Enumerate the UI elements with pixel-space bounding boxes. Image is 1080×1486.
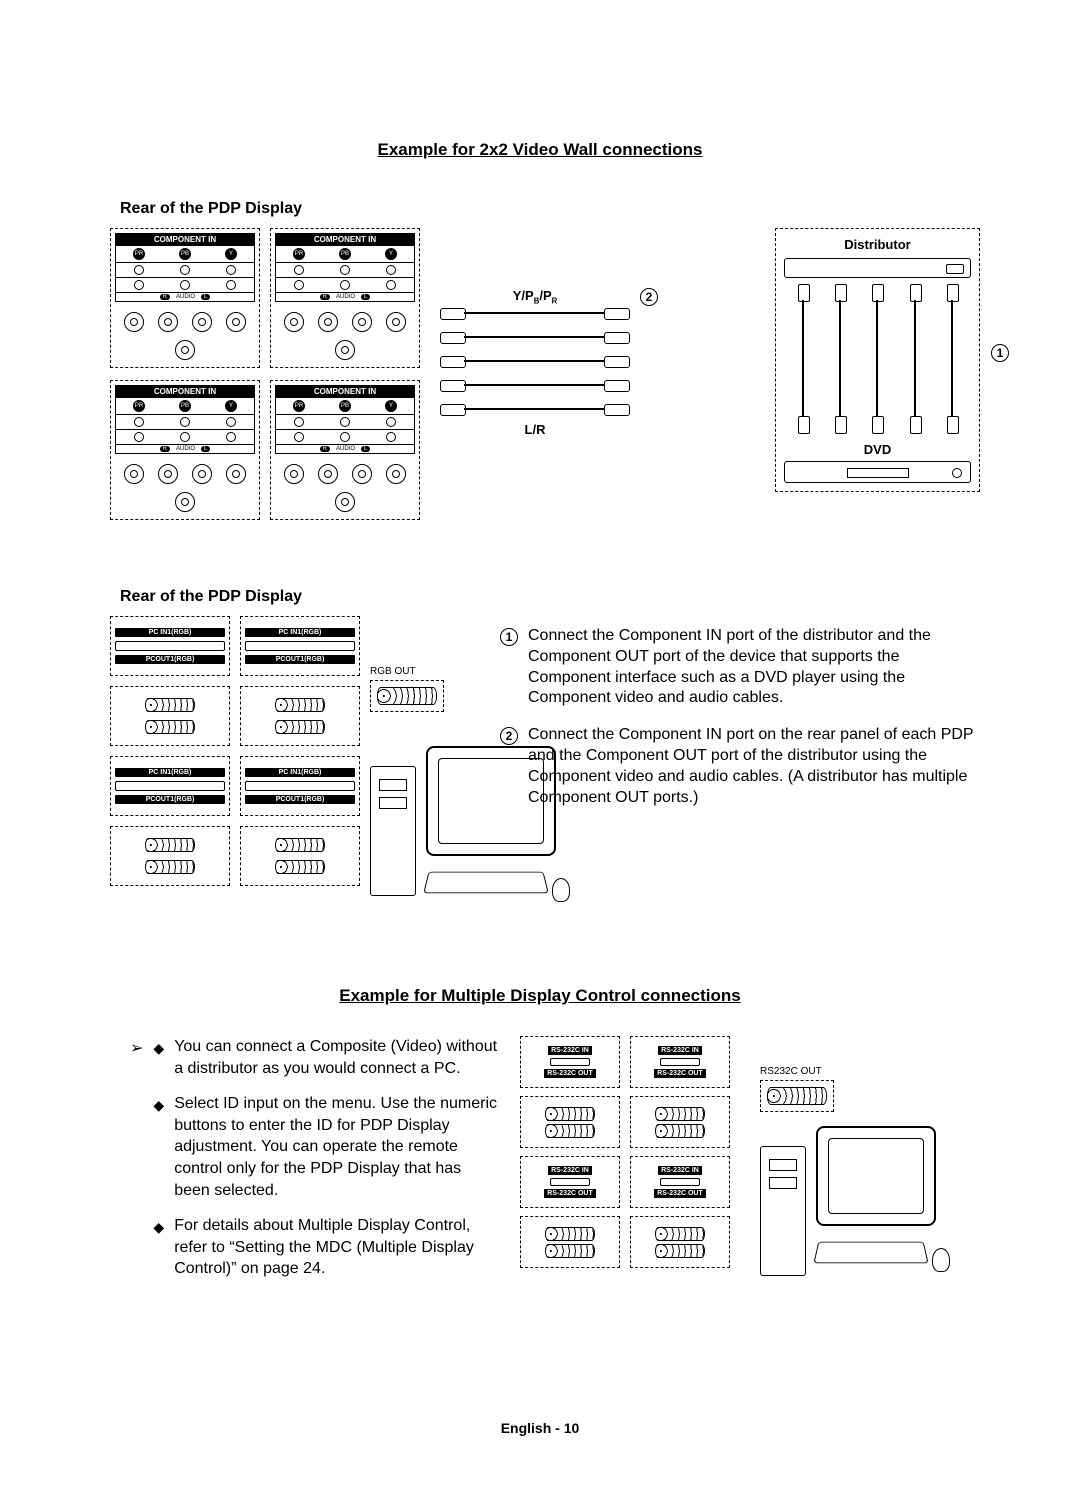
rs232-box: RS-232C IN RS-232C OUT: [630, 1036, 730, 1088]
page-footer: English - 10: [0, 1420, 1080, 1436]
pc-mouse-icon: [552, 878, 570, 902]
pc-mouse-icon: [932, 1248, 950, 1272]
pc-tower-icon: [760, 1146, 806, 1276]
mdc-bullet-1: ➢ ◆ You can connect a Composite (Video) …: [130, 1036, 500, 1079]
callout-2-icon: 2: [500, 727, 518, 745]
rear-label-1: Rear of the PDP Display: [120, 200, 980, 218]
rgb-conn-box: [240, 686, 360, 746]
rgb-label-box: PC IN1(RGB) PCOUT1(RGB): [110, 756, 230, 816]
pc-monitor-icon: [816, 1126, 936, 1226]
distributor-dvd-block: Distributor DVD 1: [775, 228, 980, 492]
rgb-out-label: RGB OUT: [370, 666, 416, 677]
rgb-out-connector: [370, 680, 444, 712]
pdp-unit: COMPONENT IN PRPBY RAUDIOL: [270, 228, 420, 368]
callout-1-icon: 1: [991, 344, 1009, 362]
pc-tower-icon: [370, 766, 416, 896]
distributor-label: Distributor: [784, 237, 971, 252]
callout-2-icon: 2: [640, 288, 658, 306]
callout-1-icon: 1: [500, 628, 518, 646]
pdp-unit: COMPONENT IN PRPBY RAUDIOL: [110, 228, 260, 368]
rs232-box: RS-232C IN RS-232C OUT: [520, 1036, 620, 1088]
pc-icon: [760, 1126, 960, 1286]
dvd-label: DVD: [784, 442, 971, 457]
instruction-2: 2 Connect the Component IN port on the r…: [500, 725, 980, 808]
section1-diagram: COMPONENT IN PRPBY RAUDIOL COMPONENT IN …: [100, 228, 980, 548]
rear-label-2: Rear of the PDP Display: [120, 588, 980, 606]
rs232-box: RS-232C IN RS-232C OUT: [630, 1156, 730, 1208]
dvd-device-icon: [784, 461, 971, 483]
manual-page: Example for 2x2 Video Wall connections R…: [0, 0, 1080, 1356]
rgb-conn-box: [240, 826, 360, 886]
distributor-device-icon: [784, 258, 971, 278]
rs232-box: RS-232C IN RS-232C OUT: [520, 1156, 620, 1208]
mdc-bullet-list: ➢ ◆ You can connect a Composite (Video) …: [130, 1036, 500, 1294]
rgb-label-box: PC IN1(RGB) PCOUT1(RGB): [110, 616, 230, 676]
rs232-conn: [520, 1096, 620, 1148]
mdc-bullet-3: ➢ ◆ For details about Multiple Display C…: [130, 1215, 500, 1280]
rs232-conn: [630, 1216, 730, 1268]
instruction-list: 1 Connect the Component IN port of the d…: [500, 626, 980, 824]
pc-keyboard-icon: [423, 872, 549, 893]
pdp-2x2-grid: COMPONENT IN PRPBY RAUDIOL COMPONENT IN …: [110, 228, 420, 520]
rgb-2x2-grid: PC IN1(RGB) PCOUT1(RGB) PC IN1(RGB) PCOU…: [110, 616, 360, 886]
rgb-label-box: PC IN1(RGB) PCOUT1(RGB): [240, 616, 360, 676]
diamond-icon: ◆: [153, 1039, 164, 1079]
diamond-icon: ◆: [153, 1218, 164, 1280]
section1-title: Example for 2x2 Video Wall connections: [100, 140, 980, 160]
pc-keyboard-icon: [813, 1242, 928, 1263]
distributor-cables: [784, 284, 971, 434]
lr-label: L/R: [440, 422, 630, 437]
pdp-unit: COMPONENT IN PRPBY RAUDIOL: [110, 380, 260, 520]
rs232-conn: [630, 1096, 730, 1148]
rs232c-out-connector: [760, 1080, 834, 1112]
pdp-unit: COMPONENT IN PRPBY RAUDIOL: [270, 380, 420, 520]
section3-title: Example for Multiple Display Control con…: [100, 986, 980, 1006]
rs232-conn: [520, 1216, 620, 1268]
component-cables: Y/PB/PR L/R: [440, 288, 630, 437]
rgb-conn-box: [110, 826, 230, 886]
rgb-label-box: PC IN1(RGB) PCOUT1(RGB): [240, 756, 360, 816]
ypbpr-label: Y/PB/PR: [440, 288, 630, 306]
mdc-bullet-2: ➢ ◆ Select ID input on the menu. Use the…: [130, 1093, 500, 1201]
rs232-2x2-grid: RS-232C IN RS-232C OUT RS-232C IN RS-232…: [520, 1036, 730, 1268]
instruction-1: 1 Connect the Component IN port of the d…: [500, 626, 980, 709]
rgb-conn-box: [110, 686, 230, 746]
rs232c-out-label: RS232C OUT: [760, 1066, 822, 1077]
diamond-icon: ◆: [153, 1096, 164, 1201]
section3-diagram: ➢ ◆ You can connect a Composite (Video) …: [100, 1036, 980, 1316]
component-in-label: COMPONENT IN: [116, 234, 254, 245]
arrow-icon: ➢: [130, 1038, 143, 1079]
section2-diagram: PC IN1(RGB) PCOUT1(RGB) PC IN1(RGB) PCOU…: [100, 616, 980, 956]
